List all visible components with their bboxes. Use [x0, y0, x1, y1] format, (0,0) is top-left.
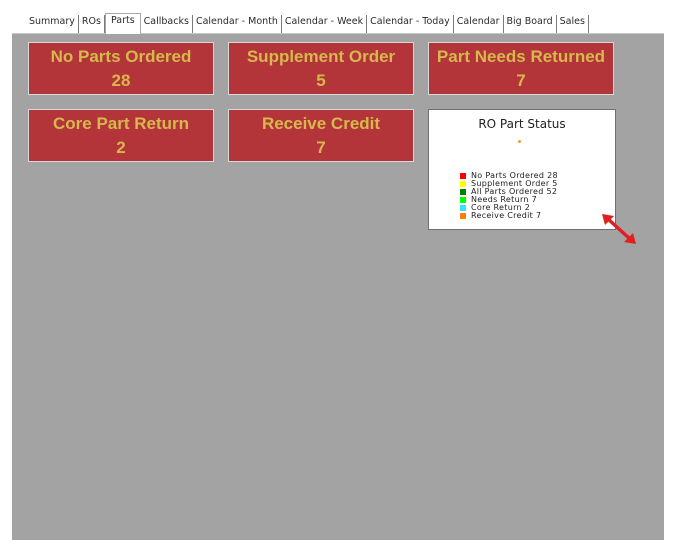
- tile-title: Part Needs Returned: [436, 47, 606, 66]
- tile-count: 7: [316, 138, 326, 157]
- chart-title: RO Part Status: [478, 117, 566, 131]
- legend-swatch: [460, 189, 466, 195]
- tile-count: 7: [516, 71, 526, 90]
- tab-ros[interactable]: ROs: [79, 15, 105, 33]
- tile-receive-credit[interactable]: Receive Credit 7: [228, 109, 414, 162]
- tab-calendar-today[interactable]: Calendar - Today: [367, 15, 454, 33]
- tab-summary[interactable]: Summary: [26, 15, 79, 33]
- legend-swatch: [460, 197, 466, 203]
- legend-item: Receive Credit 7: [460, 212, 558, 220]
- tile-supplement-order[interactable]: Supplement Order 5: [228, 42, 414, 95]
- tab-calendar-week[interactable]: Calendar - Week: [282, 15, 368, 33]
- tile-title: Supplement Order: [246, 47, 396, 66]
- tab-callbacks[interactable]: Callbacks: [141, 15, 193, 33]
- tab-bar: Summary ROs Parts Callbacks Calendar - M…: [12, 6, 664, 34]
- chart-legend: No Parts Ordered 28 Supplement Order 5 All…: [460, 172, 558, 220]
- tile-title: Receive Credit: [261, 114, 381, 133]
- resize-arrow-icon[interactable]: [602, 214, 636, 249]
- legend-swatch: [460, 173, 466, 179]
- tile-title: Core Part Return: [52, 114, 190, 133]
- tile-part-needs-returned[interactable]: Part Needs Returned 7: [428, 42, 614, 95]
- tab-big-board[interactable]: Big Board: [504, 15, 557, 33]
- tab-sales[interactable]: Sales: [557, 15, 589, 33]
- tile-count: 28: [111, 71, 131, 90]
- tile-title: No Parts Ordered: [50, 47, 192, 66]
- tile-core-part-return[interactable]: Core Part Return 2: [28, 109, 214, 162]
- tile-no-parts-ordered[interactable]: No Parts Ordered 28: [28, 42, 214, 95]
- legend-swatch: [460, 213, 466, 219]
- legend-label: Receive Credit 7: [471, 211, 542, 220]
- ro-part-status-chart[interactable]: RO Part Status No Parts Ordered 28 Supple…: [428, 109, 616, 230]
- tab-calendar-month[interactable]: Calendar - Month: [193, 15, 282, 33]
- legend-swatch: [460, 181, 466, 187]
- tile-count: 2: [116, 138, 126, 157]
- legend-swatch: [460, 205, 466, 211]
- pie-slice-marker: [518, 140, 521, 143]
- dashboard-panel: Summary ROs Parts Callbacks Calendar - M…: [12, 6, 664, 540]
- tab-parts[interactable]: Parts: [104, 13, 141, 34]
- tab-calendar[interactable]: Calendar: [454, 15, 504, 33]
- tile-count: 5: [316, 71, 326, 90]
